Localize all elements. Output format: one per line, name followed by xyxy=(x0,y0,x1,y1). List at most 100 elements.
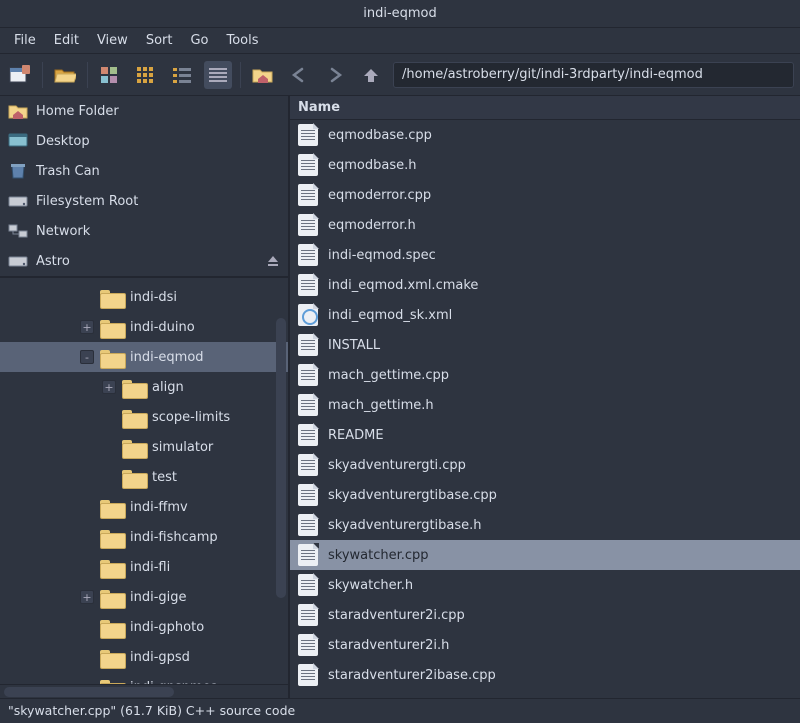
main-area: Home Folder Desktop Trash Can Filesystem Ro… xyxy=(0,96,800,698)
place-filesystem-root[interactable]: Filesystem Root xyxy=(0,186,288,216)
text-file-icon xyxy=(298,574,318,596)
tree-expand-icon[interactable]: + xyxy=(80,590,94,604)
tree-item-indi-fli[interactable]: +indi-fli xyxy=(0,552,288,582)
file-name: staradventurer2ibase.cpp xyxy=(328,668,496,683)
tree-expand-icon[interactable]: + xyxy=(102,380,116,394)
tree-scrollbar[interactable] xyxy=(276,318,286,598)
tree-item-test[interactable]: +test xyxy=(0,462,288,492)
tree-item-indi-fishcamp[interactable]: +indi-fishcamp xyxy=(0,522,288,552)
file-row[interactable]: README xyxy=(290,420,800,450)
tree-label: indi-eqmod xyxy=(130,350,204,365)
tree-label: indi-gpsd xyxy=(130,650,190,665)
tree-item-align[interactable]: + align xyxy=(0,372,288,402)
file-row[interactable]: mach_gettime.cpp xyxy=(290,360,800,390)
column-header-name[interactable]: Name xyxy=(290,96,800,120)
tree-expand-icon[interactable]: + xyxy=(80,320,94,334)
file-name: mach_gettime.cpp xyxy=(328,368,449,383)
tree-item-indi-gpsd[interactable]: +indi-gpsd xyxy=(0,642,288,672)
file-row[interactable]: INSTALL xyxy=(290,330,800,360)
menu-tools[interactable]: Tools xyxy=(219,30,267,51)
file-row[interactable]: indi_eqmod_sk.xml xyxy=(290,300,800,330)
nav-forward-button[interactable] xyxy=(321,61,349,89)
menu-go[interactable]: Go xyxy=(182,30,216,51)
file-row[interactable]: indi_eqmod.xml.cmake xyxy=(290,270,800,300)
tree-item-indi-duino[interactable]: +indi-duino xyxy=(0,312,288,342)
file-row[interactable]: skyadventurergtibase.cpp xyxy=(290,480,800,510)
file-name: eqmoderror.cpp xyxy=(328,188,431,203)
view-details-button[interactable] xyxy=(204,61,232,89)
menu-sort[interactable]: Sort xyxy=(138,30,181,51)
tree-item-indi-eqmod[interactable]: - indi-eqmod xyxy=(0,342,288,372)
toolbar: /home/astroberry/git/indi-3rdparty/indi-… xyxy=(0,54,800,96)
tree-label: simulator xyxy=(152,440,213,455)
file-row[interactable]: skywatcher.cpp xyxy=(290,540,800,570)
tree-item-simulator[interactable]: +simulator xyxy=(0,432,288,462)
tree-panel[interactable]: +indi-dsi+indi-duino-indi-eqmod+align+sc… xyxy=(0,278,288,684)
folder-icon xyxy=(100,618,124,636)
view-icons-button[interactable] xyxy=(96,61,124,89)
menu-edit[interactable]: Edit xyxy=(46,30,87,51)
file-row[interactable]: staradventurer2i.h xyxy=(290,630,800,660)
file-name: indi_eqmod.xml.cmake xyxy=(328,278,478,293)
open-folder-button[interactable] xyxy=(51,61,79,89)
window-titlebar: indi-eqmod xyxy=(0,0,800,28)
place-desktop[interactable]: Desktop xyxy=(0,126,288,156)
place-label: Filesystem Root xyxy=(36,194,138,209)
file-name: staradventurer2i.cpp xyxy=(328,608,465,623)
folder-icon xyxy=(100,648,124,666)
tree-item-indi-gige[interactable]: +indi-gige xyxy=(0,582,288,612)
file-row[interactable]: skyadventurergti.cpp xyxy=(290,450,800,480)
text-file-icon xyxy=(298,124,318,146)
menu-file[interactable]: File xyxy=(6,30,44,51)
new-tab-button[interactable] xyxy=(6,61,34,89)
file-name: eqmoderror.h xyxy=(328,218,416,233)
file-row[interactable]: skyadventurergtibase.h xyxy=(290,510,800,540)
status-bar: "skywatcher.cpp" (61.7 KiB) C++ source c… xyxy=(0,698,800,722)
place-trash-can[interactable]: Trash Can xyxy=(0,156,288,186)
place-network[interactable]: Network xyxy=(0,216,288,246)
file-row[interactable]: mach_gettime.h xyxy=(290,390,800,420)
place-label: Desktop xyxy=(36,134,90,149)
tree-label: align xyxy=(152,380,184,395)
tree-item-scope-limits[interactable]: +scope-limits xyxy=(0,402,288,432)
file-name: README xyxy=(328,428,384,443)
file-name: indi-eqmod.spec xyxy=(328,248,436,263)
drive-icon xyxy=(8,192,28,210)
tree-expand-icon[interactable]: - xyxy=(80,350,94,364)
text-file-icon xyxy=(298,544,318,566)
view-compact-button[interactable] xyxy=(132,61,160,89)
menu-view[interactable]: View xyxy=(89,30,136,51)
text-file-icon xyxy=(298,514,318,536)
file-row[interactable]: eqmodbase.h xyxy=(290,150,800,180)
text-file-icon xyxy=(298,664,318,686)
place-astro[interactable]: Astro xyxy=(0,246,288,276)
nav-home-button[interactable] xyxy=(249,61,277,89)
toolbar-separator xyxy=(42,62,43,88)
drive-icon xyxy=(8,252,28,270)
tree-label: indi-fli xyxy=(130,560,170,575)
text-file-icon xyxy=(298,484,318,506)
file-row[interactable]: skywatcher.h xyxy=(290,570,800,600)
file-row[interactable]: staradventurer2i.cpp xyxy=(290,600,800,630)
nav-up-button[interactable] xyxy=(357,61,385,89)
text-file-icon xyxy=(298,244,318,266)
tree-label: indi-dsi xyxy=(130,290,177,305)
view-list-button[interactable] xyxy=(168,61,196,89)
file-row[interactable]: indi-eqmod.spec xyxy=(290,240,800,270)
file-row[interactable]: staradventurer2ibase.cpp xyxy=(290,660,800,690)
eject-icon[interactable] xyxy=(266,254,280,268)
file-row[interactable]: eqmodbase.cpp xyxy=(290,120,800,150)
place-home-folder[interactable]: Home Folder xyxy=(0,96,288,126)
tree-item-indi-gpsnmea[interactable]: +indi-gpsnmea xyxy=(0,672,288,684)
file-row[interactable]: eqmoderror.cpp xyxy=(290,180,800,210)
nav-back-button[interactable] xyxy=(285,61,313,89)
tree-label: test xyxy=(152,470,177,485)
path-input[interactable]: /home/astroberry/git/indi-3rdparty/indi-… xyxy=(393,62,794,88)
tree-item-indi-ffmv[interactable]: +indi-ffmv xyxy=(0,492,288,522)
tree-hscrollbar[interactable] xyxy=(0,684,288,698)
tree-item-indi-gphoto[interactable]: +indi-gphoto xyxy=(0,612,288,642)
file-row[interactable]: eqmoderror.h xyxy=(290,210,800,240)
tree-item-indi-dsi[interactable]: +indi-dsi xyxy=(0,282,288,312)
file-list[interactable]: eqmodbase.cppeqmodbase.h eqmoderror.cpp eq… xyxy=(290,120,800,698)
file-name: skyadventurergtibase.h xyxy=(328,518,482,533)
